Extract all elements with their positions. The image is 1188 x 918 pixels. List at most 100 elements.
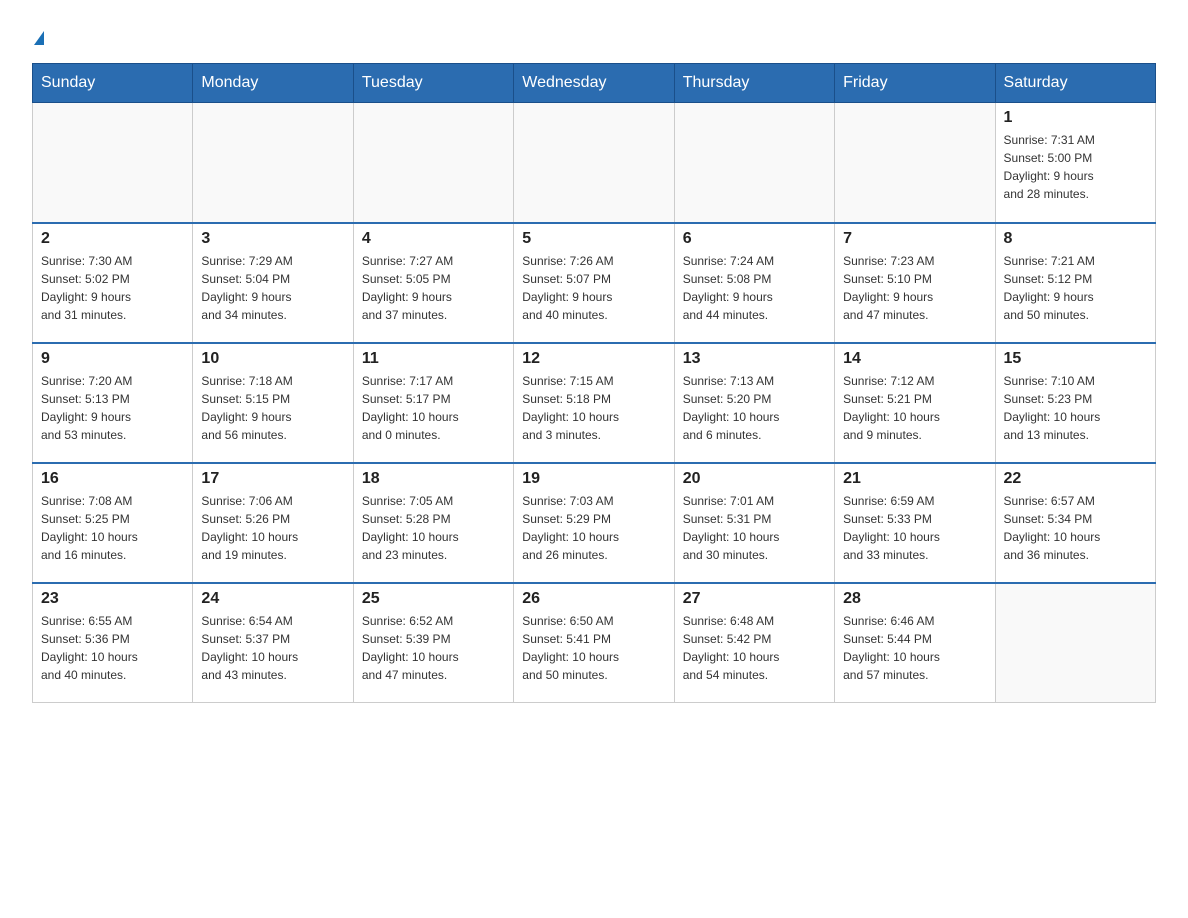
day-number: 19 <box>522 470 665 488</box>
day-info: Sunrise: 7:05 AM Sunset: 5:28 PM Dayligh… <box>362 492 505 564</box>
calendar-cell: 19 Sunrise: 7:03 AM Sunset: 5:29 PM Dayli… <box>514 463 674 583</box>
day-number: 16 <box>41 470 184 488</box>
day-info: Sunrise: 7:08 AM Sunset: 5:25 PM Dayligh… <box>41 492 184 564</box>
calendar-cell: 21Sunrise: 6:59 AM Sunset: 5:33 PM Dayli… <box>835 463 995 583</box>
calendar-week-row: 2 Sunrise: 7:30 AM Sunset: 5:02 PM Daylig… <box>33 223 1156 343</box>
calendar-week-row: 1 Sunrise: 7:31 AM Sunset: 5:00 PM Daylig… <box>33 103 1156 223</box>
day-info: Sunrise: 7:15 AM Sunset: 5:18 PM Dayligh… <box>522 372 665 444</box>
day-number: 7 <box>843 230 986 248</box>
day-number: 4 <box>362 230 505 248</box>
day-number: 12 <box>522 350 665 368</box>
calendar-cell: 20 Sunrise: 7:01 AM Sunset: 5:31 PM Dayli… <box>674 463 834 583</box>
day-number: 15 <box>1004 350 1147 368</box>
day-number: 24 <box>201 590 344 608</box>
day-info: Sunrise: 7:18 AM Sunset: 5:15 PM Dayligh… <box>201 372 344 444</box>
calendar-week-row: 9 Sunrise: 7:20 AM Sunset: 5:13 PM Daylig… <box>33 343 1156 463</box>
day-info: Sunrise: 6:55 AM Sunset: 5:36 PM Dayligh… <box>41 612 184 684</box>
header-thursday: Thursday <box>674 64 834 103</box>
calendar-cell: 12 Sunrise: 7:15 AM Sunset: 5:18 PM Dayli… <box>514 343 674 463</box>
day-info: Sunrise: 7:06 AM Sunset: 5:26 PM Dayligh… <box>201 492 344 564</box>
logo <box>32 24 44 51</box>
calendar-cell: 26 Sunrise: 6:50 AM Sunset: 5:41 PM Dayli… <box>514 583 674 703</box>
calendar-cell: 28 Sunrise: 6:46 AM Sunset: 5:44 PM Dayli… <box>835 583 995 703</box>
calendar-cell: 14 Sunrise: 7:12 AM Sunset: 5:21 PM Dayli… <box>835 343 995 463</box>
day-info: Sunrise: 7:23 AM Sunset: 5:10 PM Dayligh… <box>843 252 986 324</box>
day-info: Sunrise: 7:30 AM Sunset: 5:02 PM Dayligh… <box>41 252 184 324</box>
calendar-cell: 23Sunrise: 6:55 AM Sunset: 5:36 PM Dayli… <box>33 583 193 703</box>
day-number: 1 <box>1004 109 1147 127</box>
calendar-cell: 3Sunrise: 7:29 AM Sunset: 5:04 PM Daylig… <box>193 223 353 343</box>
calendar-cell: 1 Sunrise: 7:31 AM Sunset: 5:00 PM Daylig… <box>995 103 1155 223</box>
day-info: Sunrise: 7:27 AM Sunset: 5:05 PM Dayligh… <box>362 252 505 324</box>
day-number: 9 <box>41 350 184 368</box>
calendar-week-row: 16 Sunrise: 7:08 AM Sunset: 5:25 PM Dayli… <box>33 463 1156 583</box>
calendar-cell: 24 Sunrise: 6:54 AM Sunset: 5:37 PM Dayli… <box>193 583 353 703</box>
day-info: Sunrise: 6:57 AM Sunset: 5:34 PM Dayligh… <box>1004 492 1147 564</box>
day-info: Sunrise: 7:31 AM Sunset: 5:00 PM Dayligh… <box>1004 131 1147 203</box>
calendar-week-row: 23Sunrise: 6:55 AM Sunset: 5:36 PM Dayli… <box>33 583 1156 703</box>
calendar-cell: 7 Sunrise: 7:23 AM Sunset: 5:10 PM Daylig… <box>835 223 995 343</box>
calendar-cell <box>995 583 1155 703</box>
calendar-cell: 6Sunrise: 7:24 AM Sunset: 5:08 PM Daylig… <box>674 223 834 343</box>
calendar-cell: 18 Sunrise: 7:05 AM Sunset: 5:28 PM Dayli… <box>353 463 513 583</box>
calendar-cell: 13Sunrise: 7:13 AM Sunset: 5:20 PM Dayli… <box>674 343 834 463</box>
day-number: 5 <box>522 230 665 248</box>
day-info: Sunrise: 7:01 AM Sunset: 5:31 PM Dayligh… <box>683 492 826 564</box>
header-monday: Monday <box>193 64 353 103</box>
day-info: Sunrise: 6:48 AM Sunset: 5:42 PM Dayligh… <box>683 612 826 684</box>
day-number: 2 <box>41 230 184 248</box>
day-number: 18 <box>362 470 505 488</box>
calendar-cell: 2 Sunrise: 7:30 AM Sunset: 5:02 PM Daylig… <box>33 223 193 343</box>
calendar-cell: 5 Sunrise: 7:26 AM Sunset: 5:07 PM Daylig… <box>514 223 674 343</box>
day-number: 11 <box>362 350 505 368</box>
day-info: Sunrise: 6:46 AM Sunset: 5:44 PM Dayligh… <box>843 612 986 684</box>
calendar-cell: 4 Sunrise: 7:27 AM Sunset: 5:05 PM Daylig… <box>353 223 513 343</box>
day-info: Sunrise: 7:26 AM Sunset: 5:07 PM Dayligh… <box>522 252 665 324</box>
day-info: Sunrise: 7:03 AM Sunset: 5:29 PM Dayligh… <box>522 492 665 564</box>
calendar-cell <box>514 103 674 223</box>
calendar-cell: 25 Sunrise: 6:52 AM Sunset: 5:39 PM Dayli… <box>353 583 513 703</box>
calendar-cell: 11 Sunrise: 7:17 AM Sunset: 5:17 PM Dayli… <box>353 343 513 463</box>
calendar-cell: 17 Sunrise: 7:06 AM Sunset: 5:26 PM Dayli… <box>193 463 353 583</box>
day-number: 20 <box>683 470 826 488</box>
day-number: 3 <box>201 230 344 248</box>
day-info: Sunrise: 6:52 AM Sunset: 5:39 PM Dayligh… <box>362 612 505 684</box>
header-saturday: Saturday <box>995 64 1155 103</box>
day-info: Sunrise: 6:54 AM Sunset: 5:37 PM Dayligh… <box>201 612 344 684</box>
calendar-cell: 8 Sunrise: 7:21 AM Sunset: 5:12 PM Daylig… <box>995 223 1155 343</box>
calendar-cell: 16 Sunrise: 7:08 AM Sunset: 5:25 PM Dayli… <box>33 463 193 583</box>
day-info: Sunrise: 7:24 AM Sunset: 5:08 PM Dayligh… <box>683 252 826 324</box>
calendar-cell: 10 Sunrise: 7:18 AM Sunset: 5:15 PM Dayli… <box>193 343 353 463</box>
day-number: 21 <box>843 470 986 488</box>
day-number: 17 <box>201 470 344 488</box>
day-info: Sunrise: 7:20 AM Sunset: 5:13 PM Dayligh… <box>41 372 184 444</box>
calendar-cell: 15 Sunrise: 7:10 AM Sunset: 5:23 PM Dayli… <box>995 343 1155 463</box>
calendar-cell <box>33 103 193 223</box>
day-info: Sunrise: 7:21 AM Sunset: 5:12 PM Dayligh… <box>1004 252 1147 324</box>
header-sunday: Sunday <box>33 64 193 103</box>
day-info: Sunrise: 6:50 AM Sunset: 5:41 PM Dayligh… <box>522 612 665 684</box>
day-number: 22 <box>1004 470 1147 488</box>
header-friday: Friday <box>835 64 995 103</box>
calendar-cell: 9 Sunrise: 7:20 AM Sunset: 5:13 PM Daylig… <box>33 343 193 463</box>
day-info: Sunrise: 7:17 AM Sunset: 5:17 PM Dayligh… <box>362 372 505 444</box>
day-info: Sunrise: 7:10 AM Sunset: 5:23 PM Dayligh… <box>1004 372 1147 444</box>
day-number: 8 <box>1004 230 1147 248</box>
day-number: 25 <box>362 590 505 608</box>
day-number: 26 <box>522 590 665 608</box>
day-info: Sunrise: 7:13 AM Sunset: 5:20 PM Dayligh… <box>683 372 826 444</box>
calendar-table: Sunday Monday Tuesday Wednesday Thursday… <box>32 63 1156 703</box>
calendar-cell <box>353 103 513 223</box>
calendar-cell: 27 Sunrise: 6:48 AM Sunset: 5:42 PM Dayli… <box>674 583 834 703</box>
day-info: Sunrise: 7:12 AM Sunset: 5:21 PM Dayligh… <box>843 372 986 444</box>
day-number: 10 <box>201 350 344 368</box>
day-number: 28 <box>843 590 986 608</box>
calendar-cell: 22 Sunrise: 6:57 AM Sunset: 5:34 PM Dayli… <box>995 463 1155 583</box>
logo-text <box>32 24 44 51</box>
day-number: 14 <box>843 350 986 368</box>
logo-triangle-icon <box>34 31 44 45</box>
calendar-cell <box>193 103 353 223</box>
header-wednesday: Wednesday <box>514 64 674 103</box>
day-number: 27 <box>683 590 826 608</box>
header-tuesday: Tuesday <box>353 64 513 103</box>
